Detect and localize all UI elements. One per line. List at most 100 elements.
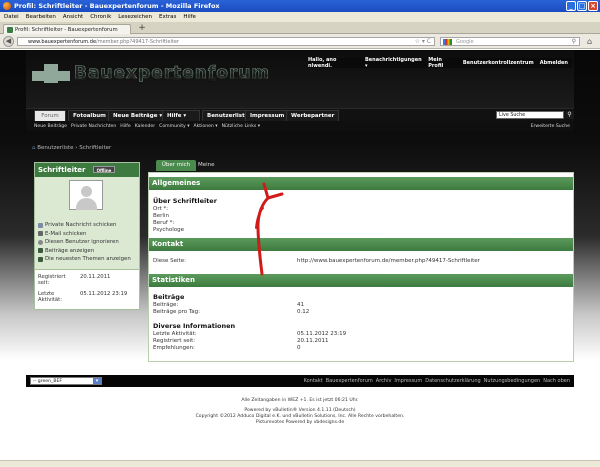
subnav-neue-beitraege[interactable]: Neue Beiträge — [34, 124, 67, 129]
menu-ansicht[interactable]: Ansicht — [63, 14, 83, 20]
tab-meine-fotos[interactable]: Meine Fotos — [198, 160, 215, 179]
breadcrumb-home-icon[interactable]: ⌂ — [32, 145, 36, 151]
menu-hilfe[interactable]: Hilfe — [183, 14, 196, 20]
greeting: Hallo, ano nlwendi. — [308, 57, 337, 69]
username: Schriftleiter — [38, 166, 86, 174]
tab-ueber-mich[interactable]: Über mich — [156, 160, 196, 171]
home-icon[interactable]: ⌂ — [587, 37, 597, 46]
site-footer: -- green_BEF ▾ Kontakt Bauexpertenforum … — [26, 375, 574, 387]
posts-per-day-value: 0.12 — [297, 309, 310, 315]
ignore-user-label: Diesen Benutzer ignorieren — [45, 239, 119, 246]
footer-link-datenschutz[interactable]: Datenschutzerklärung — [425, 375, 480, 387]
sub-nav: Neue Beiträge Private Nachrichten Hilfe … — [26, 121, 574, 131]
menu-extras[interactable]: Extras — [159, 14, 176, 20]
url-bar[interactable]: www.bauexpertenforum.de/member.php?49417… — [17, 37, 435, 46]
footer-link-nutzung[interactable]: Nutzungsbedingungen — [484, 375, 541, 387]
website-link[interactable]: http://www.bauexpertenforum.de/member.ph… — [297, 258, 480, 264]
diverse-last-activity-label: Letzte Aktivität: — [153, 331, 197, 337]
site-logo-reflection: Bauexpertenforum — [74, 71, 271, 81]
menu-datei[interactable]: Datei — [4, 14, 19, 20]
google-icon — [443, 39, 452, 45]
diverse-registered-value: 20.11.2011 — [297, 338, 329, 344]
subnav-private-nachrichten[interactable]: Private Nachrichten — [71, 124, 116, 129]
footer-link-archiv[interactable]: Archiv — [376, 375, 392, 387]
nav-tab-hilfe[interactable]: Hilfe ▾ — [162, 110, 200, 121]
show-threads-link[interactable]: Die neuesten Themen anzeigen — [38, 255, 140, 264]
site-header: Bauexpertenforum Bauexpertenforum Hallo,… — [26, 50, 574, 108]
profile-main: Allgemeines Über Schriftleiter Ort *: Be… — [148, 172, 574, 362]
send-email-link[interactable]: E-Mail schicken — [38, 230, 140, 239]
search-icon[interactable]: ⚲ — [572, 38, 576, 46]
sidebar-username: Schriftleiter Offline — [35, 163, 139, 177]
close-button[interactable]: × — [588, 1, 598, 11]
site-frame: Bauexpertenforum Bauexpertenforum Hallo,… — [26, 50, 574, 385]
show-posts-label: Beiträge anzeigen — [45, 247, 95, 254]
ignore-user-link[interactable]: Diesen Benutzer ignorieren — [38, 238, 140, 247]
site-search-button[interactable]: ⚲ — [565, 111, 574, 119]
user-cp-link[interactable]: Benutzerkontrollzentrum — [463, 60, 534, 66]
nav-tab-fotoalbum[interactable]: Fotoalbum — [68, 110, 111, 121]
style-chooser-select[interactable]: -- green_BEF ▾ — [30, 377, 102, 385]
footer-link-kontakt[interactable]: Kontakt — [304, 375, 323, 387]
firefox-icon — [3, 2, 11, 10]
browser-tab[interactable]: Profil: Schriftleiter - Bauexpertenforum — [3, 24, 131, 34]
subnav-aktionen[interactable]: Aktionen ▾ — [194, 124, 218, 129]
menu-lesezeichen[interactable]: Lesezeichen — [118, 14, 152, 20]
beitraege-title: Beiträge — [153, 293, 185, 301]
status-bar — [0, 460, 600, 467]
site-nav: Forum Fotoalbum Neue Beiträge ▾ Hilfe ▾ … — [26, 108, 574, 121]
minimize-button[interactable]: _ — [566, 1, 576, 11]
chevron-down-icon: ▾ — [93, 378, 101, 384]
show-posts-link[interactable]: Beiträge anzeigen — [38, 247, 140, 256]
style-chooser-value: -- green_BEF — [33, 379, 63, 384]
breadcrumb-text[interactable]: Benutzerliste › Schriftleiter — [37, 145, 111, 151]
subnav-community[interactable]: Community ▾ — [159, 124, 189, 129]
new-tab-button[interactable]: + — [136, 24, 148, 33]
browser-search-input[interactable]: Google ⚲ — [440, 37, 580, 46]
timezone-note: Alle Zeitangaben in WEZ +1. Es ist jetzt… — [241, 398, 359, 403]
last-activity-value: 05.11.2012 23:19 — [80, 291, 128, 297]
nav-tab-werbepartner[interactable]: Werbepartner — [286, 110, 340, 121]
logout-link[interactable]: Abmelden — [540, 60, 568, 66]
footer-link-impressum[interactable]: Impressum — [394, 375, 422, 387]
registered-label: Registriert seit: — [38, 274, 66, 286]
nav-tab-neue-beitraege[interactable]: Neue Beiträge ▾ — [108, 110, 168, 121]
url-path: /member.php?49417-Schriftleiter — [96, 39, 179, 45]
section-allgemeines: Allgemeines — [149, 177, 573, 190]
nav-tab-impressum[interactable]: Impressum — [245, 110, 290, 121]
about-ort-label: Ort *: — [153, 206, 169, 212]
send-pm-label: Private Nachricht schicken — [45, 222, 117, 229]
footer-link-top[interactable]: Nach oben — [543, 375, 570, 387]
footer-links: Kontakt Bauexpertenforum Archiv Impressu… — [304, 375, 570, 387]
url-domain: www.bauexpertenforum.de — [28, 39, 97, 45]
registered-value: 20.11.2011 — [80, 274, 111, 280]
posts-icon — [38, 248, 43, 254]
window-title: Profil: Schriftleiter - Bauexpertenforum… — [14, 2, 220, 10]
menu-bearbeiten[interactable]: Bearbeiten — [26, 14, 56, 20]
back-button[interactable]: ◀ — [3, 36, 14, 47]
diverse-last-activity-value: 05.11.2012 23:19 — [297, 331, 347, 337]
ignore-icon — [38, 239, 43, 245]
advanced-search-link[interactable]: Erweiterte Suche — [531, 124, 570, 129]
section-statistiken: Statistiken — [149, 274, 573, 287]
footer-link-home[interactable]: Bauexpertenforum — [326, 375, 373, 387]
subnav-hilfe[interactable]: Hilfe — [120, 124, 130, 129]
menu-chronik[interactable]: Chronik — [90, 14, 111, 20]
browser-tab-label: Profil: Schriftleiter - Bauexpertenforum — [15, 26, 118, 33]
nav-tab-forum[interactable]: Forum — [34, 110, 66, 121]
show-threads-label: Die neuesten Themen anzeigen — [45, 256, 131, 263]
annotation-arrow-icon — [255, 182, 284, 276]
my-profile-link[interactable]: Mein Profil — [428, 57, 457, 69]
maximize-button[interactable]: □ — [577, 1, 587, 11]
subnav-kalender[interactable]: Kalender — [135, 124, 155, 129]
bookmark-star-icon[interactable]: ☆ ▾ C — [415, 38, 431, 46]
live-search-input[interactable]: Live Suche — [496, 111, 564, 119]
window-controls: _ □ × — [566, 1, 598, 11]
subnav-nuetzliche-links[interactable]: Nützliche Links ▾ — [222, 124, 260, 129]
notifications-link[interactable]: Benachrichtigungen ▾ — [365, 57, 422, 69]
last-activity-label: Letzte Aktivität: — [38, 291, 63, 303]
send-pm-link[interactable]: Private Nachricht schicken — [38, 221, 140, 230]
user-toplinks: Hallo, ano nlwendi. Benachrichtigungen ▾… — [308, 57, 572, 69]
window-titlebar: Profil: Schriftleiter - Bauexpertenforum… — [0, 0, 600, 12]
avatar — [69, 180, 103, 210]
